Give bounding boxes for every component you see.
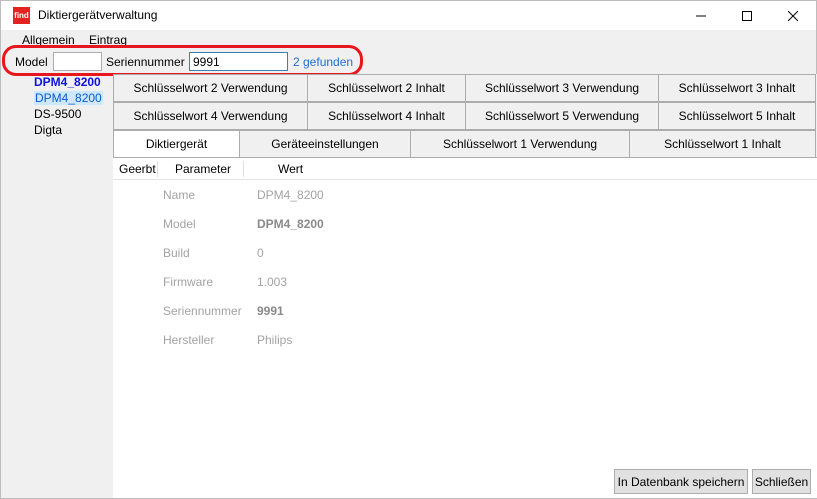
tab-keyword5-usage[interactable]: Schlüsselwort 5 Verwendung — [465, 102, 659, 130]
column-separator — [157, 161, 158, 177]
parameter-value: 9991 — [257, 304, 284, 318]
device-item[interactable]: DS-9500 — [34, 106, 112, 122]
highlight-annotation — [2, 45, 363, 76]
table-row[interactable]: Name DPM4_8200 — [113, 188, 817, 217]
close-button[interactable]: Schließen — [752, 469, 811, 494]
close-icon — [788, 10, 798, 21]
title-bar: find Diktiergerätverwaltung — [1, 1, 816, 30]
parameter-grid: Geerbt Parameter Wert Name DPM4_8200 Mod… — [113, 157, 817, 498]
column-header-value[interactable]: Wert — [278, 162, 303, 176]
parameter-value: DPM4_8200 — [257, 217, 324, 231]
parameter-value: 1.003 — [257, 275, 288, 289]
tab-keyword5-content[interactable]: Schlüsselwort 5 Inhalt — [658, 102, 816, 130]
tab-row-1: Schlüsselwort 2 Verwendung Schlüsselwort… — [113, 74, 816, 102]
parameter-value: Philips — [257, 333, 293, 347]
maximize-icon — [742, 10, 752, 21]
device-item-label: DPM4_8200 — [34, 91, 103, 105]
parameter-name: Name — [163, 188, 196, 202]
table-row[interactable]: Build 0 — [113, 246, 817, 275]
window-title: Diktiergerätverwaltung — [38, 8, 158, 22]
grid-header: Geerbt Parameter Wert — [113, 158, 817, 180]
table-row[interactable]: Hersteller Philips — [113, 333, 817, 362]
minimize-icon — [696, 15, 706, 16]
parameter-name: Build — [163, 246, 190, 260]
tab-keyword2-usage[interactable]: Schlüsselwort 2 Verwendung — [113, 74, 308, 102]
column-header-parameter[interactable]: Parameter — [175, 162, 231, 176]
device-item-selected[interactable]: DPM4_8200 — [34, 90, 112, 106]
table-row[interactable]: Firmware 1.003 — [113, 275, 817, 304]
parameter-name: Hersteller — [163, 333, 215, 347]
device-item[interactable]: Digta — [34, 122, 112, 138]
column-separator — [243, 161, 244, 177]
close-window-button[interactable] — [770, 1, 816, 30]
tab-dictaphone[interactable]: Diktiergerät — [113, 130, 240, 158]
device-group-header[interactable]: DPM4_8200 — [34, 74, 112, 90]
table-row[interactable]: Seriennummer 9991 — [113, 304, 817, 333]
tab-keyword4-content[interactable]: Schlüsselwort 4 Inhalt — [307, 102, 466, 130]
tab-keyword1-usage[interactable]: Schlüsselwort 1 Verwendung — [410, 130, 630, 158]
tab-keyword2-content[interactable]: Schlüsselwort 2 Inhalt — [307, 74, 466, 102]
parameter-value: 0 — [257, 246, 264, 260]
table-row[interactable]: Model DPM4_8200 — [113, 217, 817, 246]
minimize-button[interactable] — [678, 1, 724, 30]
tab-device-settings[interactable]: Geräteeinstellungen — [239, 130, 411, 158]
parameter-value: DPM4_8200 — [257, 188, 324, 202]
app-logo-icon: find — [13, 7, 30, 24]
tab-row-2: Schlüsselwort 4 Verwendung Schlüsselwort… — [113, 102, 816, 130]
save-to-database-button[interactable]: In Datenbank speichern — [614, 469, 748, 494]
maximize-button[interactable] — [724, 1, 770, 30]
column-header-inherited[interactable]: Geerbt — [119, 162, 156, 176]
device-list: DPM4_8200 DPM4_8200 DS-9500 Digta — [34, 74, 112, 138]
tab-keyword4-usage[interactable]: Schlüsselwort 4 Verwendung — [113, 102, 308, 130]
tab-keyword3-usage[interactable]: Schlüsselwort 3 Verwendung — [465, 74, 659, 102]
tab-keyword1-content[interactable]: Schlüsselwort 1 Inhalt — [629, 130, 816, 158]
detail-panel: Schlüsselwort 2 Verwendung Schlüsselwort… — [113, 74, 817, 498]
parameter-name: Seriennummer — [163, 304, 242, 318]
tab-keyword3-content[interactable]: Schlüsselwort 3 Inhalt — [658, 74, 816, 102]
parameter-name: Firmware — [163, 275, 213, 289]
parameter-name: Model — [163, 217, 196, 231]
app-window: find Diktiergerätverwaltung Allgemein Ei… — [0, 0, 817, 499]
tab-row-3: Diktiergerät Geräteeinstellungen Schlüss… — [113, 130, 816, 158]
